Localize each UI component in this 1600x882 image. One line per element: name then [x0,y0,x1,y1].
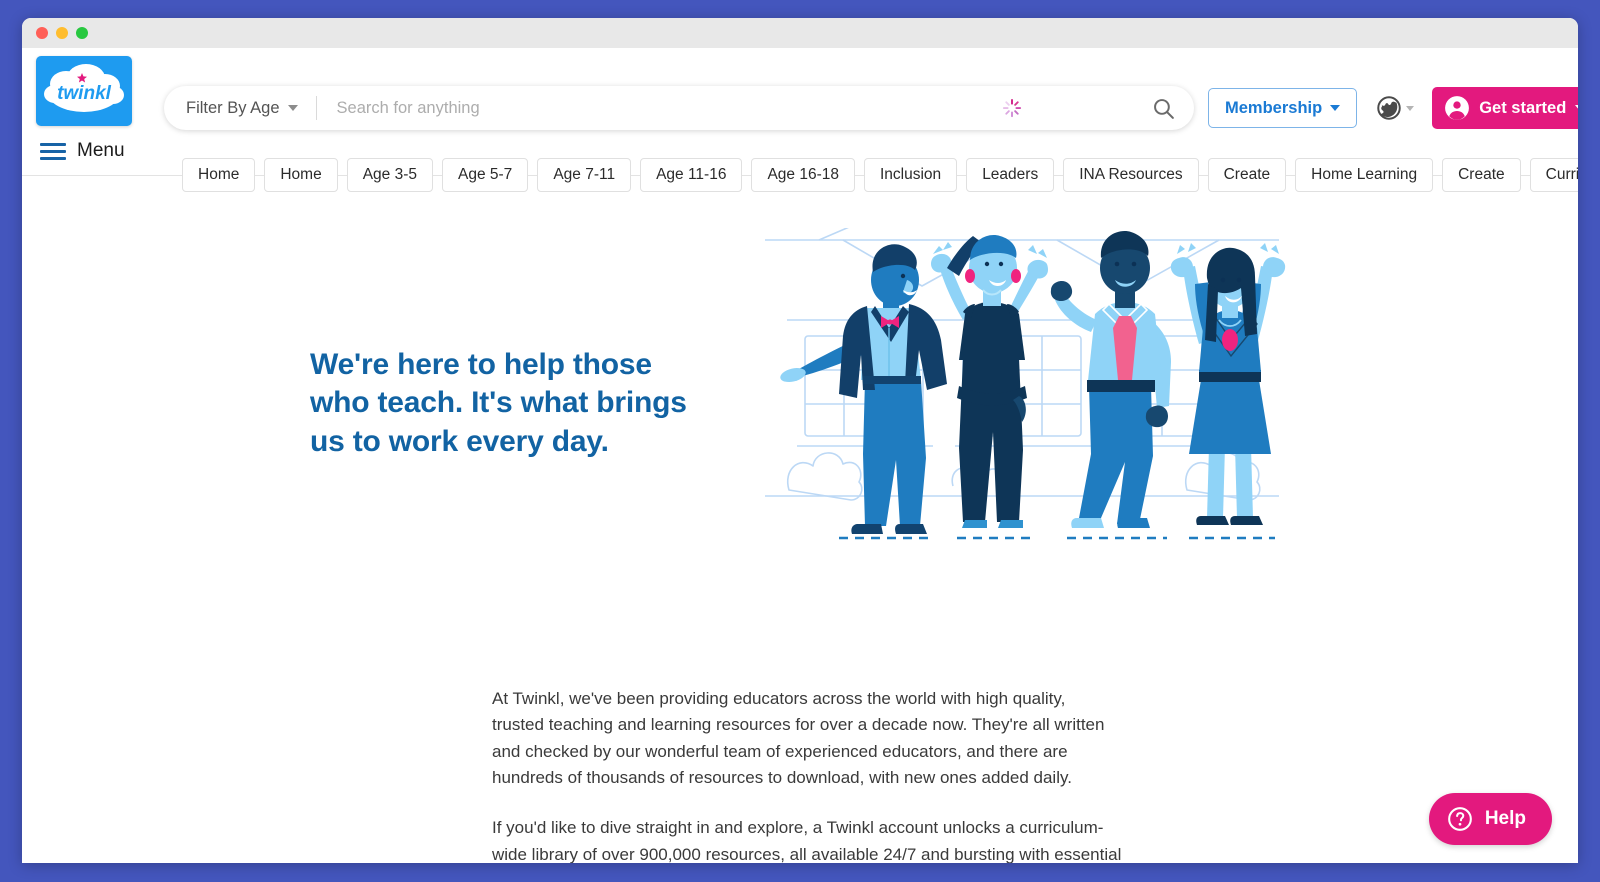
intro-copy: At Twinkl, we've been providing educator… [492,686,1122,863]
browser-window: twinkl Menu Filter By Age Search for any… [22,18,1578,863]
search-icon [1153,98,1174,119]
user-avatar-icon [1445,96,1470,120]
chevron-down-icon [287,105,298,111]
hero-heading: We're here to help those who teach. It's… [310,348,687,458]
intro-paragraph-2: If you'd like to dive straight in and ex… [492,818,1122,863]
window-close-button[interactable] [36,27,48,39]
age-filter-dropdown[interactable]: Filter By Age [186,96,317,120]
chevron-down-icon [1406,105,1415,111]
search-bar: Filter By Age [164,86,1194,130]
twinkl-logo[interactable]: twinkl [36,56,132,126]
membership-label: Membership [1225,98,1323,117]
intro-paragraph-1: At Twinkl, we've been providing educator… [492,689,1105,788]
header-actions-row: Filter By Age Search for anything Member… [164,86,1578,130]
search-input[interactable] [316,98,1002,118]
locale-picker[interactable] [1375,94,1415,122]
svg-text:twinkl: twinkl [57,83,112,104]
chevron-down-icon [1575,105,1578,111]
hamburger-icon [40,142,66,160]
hero-section: We're here to help those who teach. It's… [22,176,1578,606]
menu-label: Menu [77,140,125,161]
question-circle-icon [1447,807,1472,831]
chevron-down-icon [1330,105,1341,111]
window-titlebar [22,18,1578,48]
window-minimize-button[interactable] [56,27,68,39]
celebrating-educators-illustration [757,228,1287,553]
menu-toggle-button[interactable]: Menu [40,140,125,162]
window-zoom-button[interactable] [76,27,88,39]
globe-icon [1377,96,1401,120]
age-filter-label: Filter By Age [186,98,280,117]
get-started-label: Get started [1479,98,1567,117]
loading-spinner-icon [1002,98,1022,118]
get-started-button[interactable]: Get started [1432,87,1578,129]
site-header: twinkl Menu Filter By Age Search for any… [22,48,1578,192]
page-content: twinkl Menu Filter By Age Search for any… [22,48,1578,863]
search-submit-button[interactable] [1142,88,1184,128]
help-label: Help [1484,808,1526,829]
membership-button[interactable]: Membership [1208,88,1358,128]
help-button[interactable]: Help [1428,793,1552,845]
twinkl-cloud-logo-icon: twinkl [44,64,124,112]
